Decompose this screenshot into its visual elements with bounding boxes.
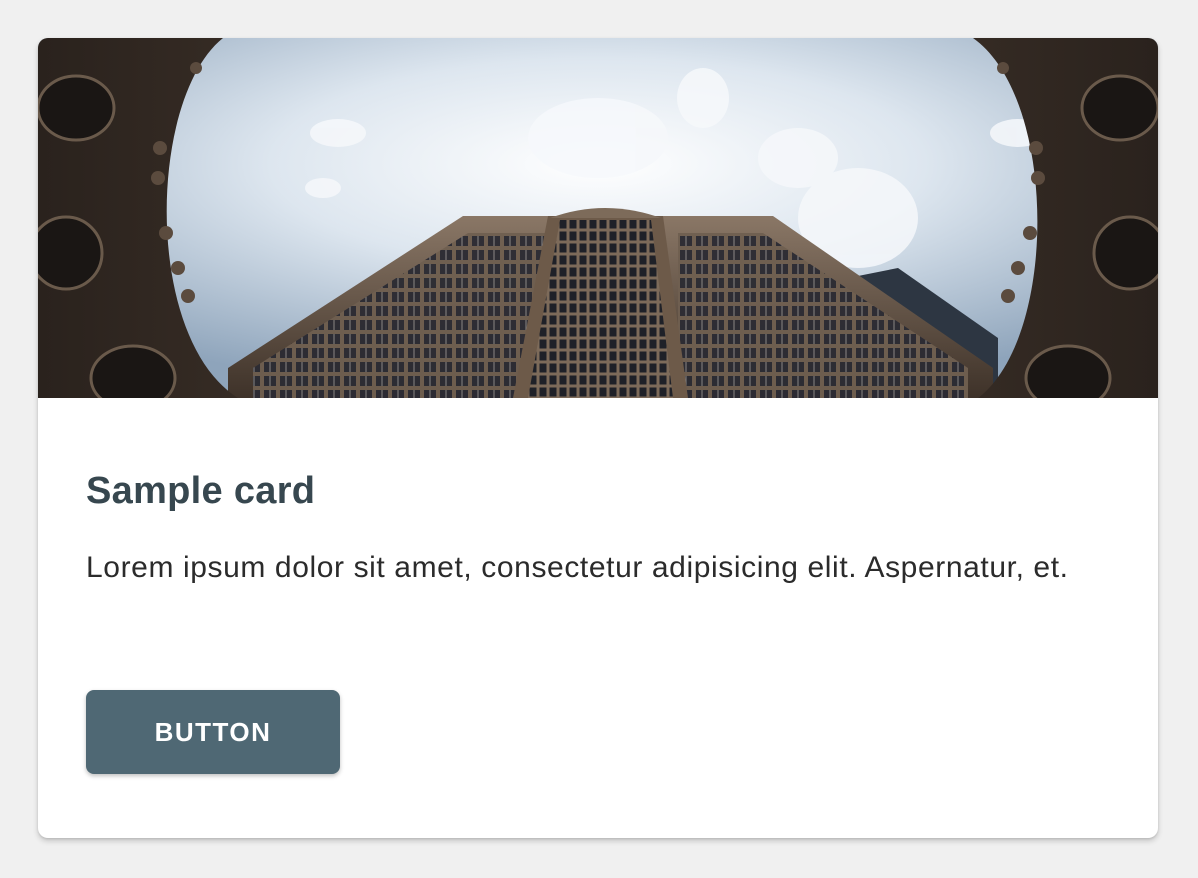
card-image (38, 38, 1158, 398)
card-action-button[interactable]: BUTTON (86, 690, 340, 774)
sample-card: Sample card Lorem ipsum dolor sit amet, … (38, 38, 1158, 838)
card-title: Sample card (86, 470, 316, 512)
card-text: Lorem ipsum dolor sit amet, consectetur … (86, 551, 1069, 584)
